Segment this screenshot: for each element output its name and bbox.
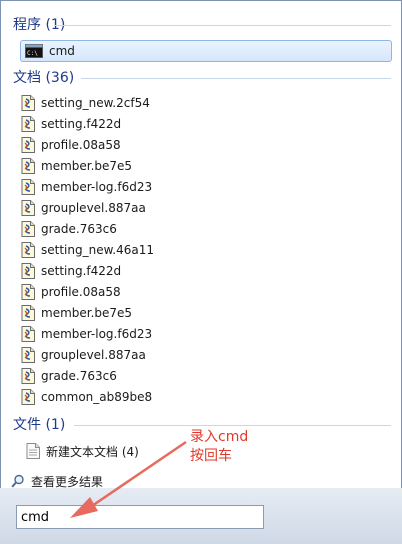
- document-result[interactable]: setting_new.2cf54: [21, 93, 391, 113]
- program-result-cmd[interactable]: C:\ cmd: [20, 40, 392, 62]
- document-label: setting_new.46a11: [41, 243, 155, 257]
- document-file-icon: [21, 221, 35, 237]
- document-label: profile.08a58: [41, 285, 121, 299]
- cmd-console-icon: C:\: [25, 44, 43, 58]
- document-result[interactable]: grouplevel.887aa: [21, 345, 391, 365]
- document-file-icon: [21, 200, 35, 216]
- document-label: grouplevel.887aa: [41, 201, 146, 215]
- document-result[interactable]: common_ab89be8: [21, 387, 391, 407]
- document-result[interactable]: setting.f422d: [21, 261, 391, 281]
- svg-text:C:\: C:\: [27, 50, 38, 57]
- document-label: common_ab89be8: [41, 390, 153, 404]
- document-file-icon: [21, 116, 35, 132]
- document-label: member.be7e5: [41, 159, 133, 173]
- document-label: setting.f422d: [41, 264, 122, 278]
- document-result[interactable]: setting_new.46a11: [21, 240, 391, 260]
- document-result[interactable]: grade.763c6: [21, 219, 391, 239]
- divider: [54, 25, 391, 26]
- document-label: member-log.f6d23: [41, 327, 153, 341]
- document-label: member-log.f6d23: [41, 180, 153, 194]
- documents-header: 文档 (36): [13, 70, 75, 86]
- annotation-line-2: 按回车: [190, 448, 232, 464]
- document-result[interactable]: member-log.f6d23: [21, 324, 391, 344]
- document-file-icon: [21, 158, 35, 174]
- document-result[interactable]: profile.08a58: [21, 282, 391, 302]
- magnifier-icon: [11, 474, 24, 488]
- document-file-icon: [21, 263, 35, 279]
- document-result[interactable]: member-log.f6d23: [21, 177, 391, 197]
- document-result[interactable]: setting.f422d: [21, 114, 391, 134]
- document-file-icon: [21, 137, 35, 153]
- document-result[interactable]: member.be7e5: [21, 303, 391, 323]
- search-input[interactable]: [16, 505, 264, 529]
- document-result[interactable]: member.be7e5: [21, 156, 391, 176]
- document-label: setting.f422d: [41, 117, 122, 131]
- document-result[interactable]: grouplevel.887aa: [21, 198, 391, 218]
- document-file-icon: [21, 389, 35, 405]
- document-label: grouplevel.887aa: [41, 348, 146, 362]
- see-more-label: 查看更多结果: [31, 474, 104, 489]
- divider: [74, 425, 391, 426]
- document-label: profile.08a58: [41, 138, 121, 152]
- file-label: 新建文本文档 (4): [46, 444, 139, 459]
- document-file-icon: [21, 242, 35, 258]
- document-file-icon: [21, 347, 35, 363]
- document-file-icon: [21, 95, 35, 111]
- files-header: 文件 (1): [13, 417, 66, 433]
- text-file-icon: [26, 443, 40, 459]
- document-file-icon: [21, 305, 35, 321]
- document-file-icon: [21, 326, 35, 342]
- document-file-icon: [21, 179, 35, 195]
- program-label: cmd: [49, 44, 75, 58]
- document-file-icon: [21, 368, 35, 384]
- annotation-text: 录入cmd 按回车: [190, 428, 260, 466]
- document-label: member.be7e5: [41, 306, 133, 320]
- annotation-line-1: 录入cmd: [190, 429, 249, 445]
- document-label: grade.763c6: [41, 369, 117, 383]
- document-file-icon: [21, 284, 35, 300]
- document-result[interactable]: grade.763c6: [21, 366, 391, 386]
- document-label: grade.763c6: [41, 222, 117, 236]
- divider: [81, 78, 391, 79]
- document-result[interactable]: profile.08a58: [21, 135, 391, 155]
- document-label: setting_new.2cf54: [41, 96, 150, 110]
